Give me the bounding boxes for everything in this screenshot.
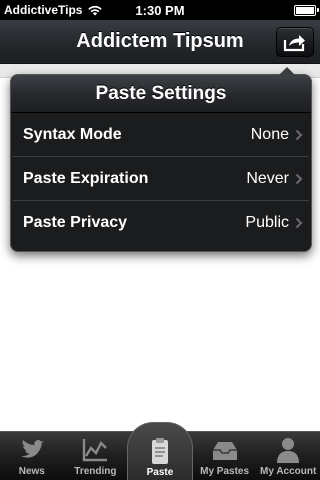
tab-label: My Account bbox=[260, 466, 317, 477]
paste-privacy-row[interactable]: Paste Privacy Public bbox=[13, 201, 309, 245]
paste-settings-popover: Paste Settings Syntax Mode None Paste Ex… bbox=[10, 67, 312, 252]
tab-paste[interactable]: Paste bbox=[127, 422, 193, 480]
tab-bar: News Trending Paste My Pastes My Account bbox=[0, 422, 320, 480]
tab-news[interactable]: News bbox=[0, 432, 64, 480]
tab-label: Paste bbox=[146, 467, 174, 478]
popover-header: Paste Settings bbox=[11, 75, 311, 113]
clipboard-icon bbox=[151, 438, 168, 464]
row-label: Paste Expiration bbox=[23, 169, 149, 187]
nav-title: Addictem Tipsum bbox=[76, 30, 244, 52]
navigation-bar: Addictem Tipsum bbox=[0, 20, 320, 64]
tab-label: My Pastes bbox=[200, 466, 250, 477]
tab-label: News bbox=[18, 466, 45, 477]
carrier-name: AddictiveTips bbox=[4, 3, 83, 17]
tab-trending[interactable]: Trending bbox=[64, 432, 128, 480]
row-value: Public bbox=[245, 214, 289, 231]
battery-icon bbox=[294, 4, 319, 16]
bird-icon bbox=[20, 439, 44, 458]
popover-title: Paste Settings bbox=[95, 82, 227, 104]
chevron-right-icon bbox=[295, 173, 303, 184]
syntax-mode-row[interactable]: Syntax Mode None bbox=[13, 113, 309, 157]
chevron-right-icon bbox=[295, 217, 303, 229]
row-value: Never bbox=[246, 169, 289, 187]
chevron-right-icon bbox=[295, 129, 303, 140]
status-left: AddictiveTips bbox=[4, 3, 103, 17]
person-icon bbox=[277, 438, 300, 463]
share-icon bbox=[283, 35, 305, 52]
row-label: Syntax Mode bbox=[23, 125, 122, 143]
settings-list: Syntax Mode None Paste Expiration Never … bbox=[13, 113, 309, 245]
paste-expiration-row[interactable]: Paste Expiration Never bbox=[13, 157, 309, 201]
tab-label: Trending bbox=[74, 466, 117, 477]
tab-my-account[interactable]: My Account bbox=[256, 432, 320, 480]
row-value: None bbox=[250, 125, 289, 143]
chart-icon bbox=[83, 439, 108, 462]
popover-arrow bbox=[279, 67, 295, 75]
status-bar: AddictiveTips 1:30 PM bbox=[0, 0, 320, 20]
tab-my-pastes[interactable]: My Pastes bbox=[193, 432, 257, 480]
inbox-icon bbox=[212, 442, 237, 460]
row-label: Paste Privacy bbox=[23, 214, 128, 231]
wifi-icon bbox=[88, 5, 103, 16]
share-button[interactable] bbox=[276, 27, 314, 57]
